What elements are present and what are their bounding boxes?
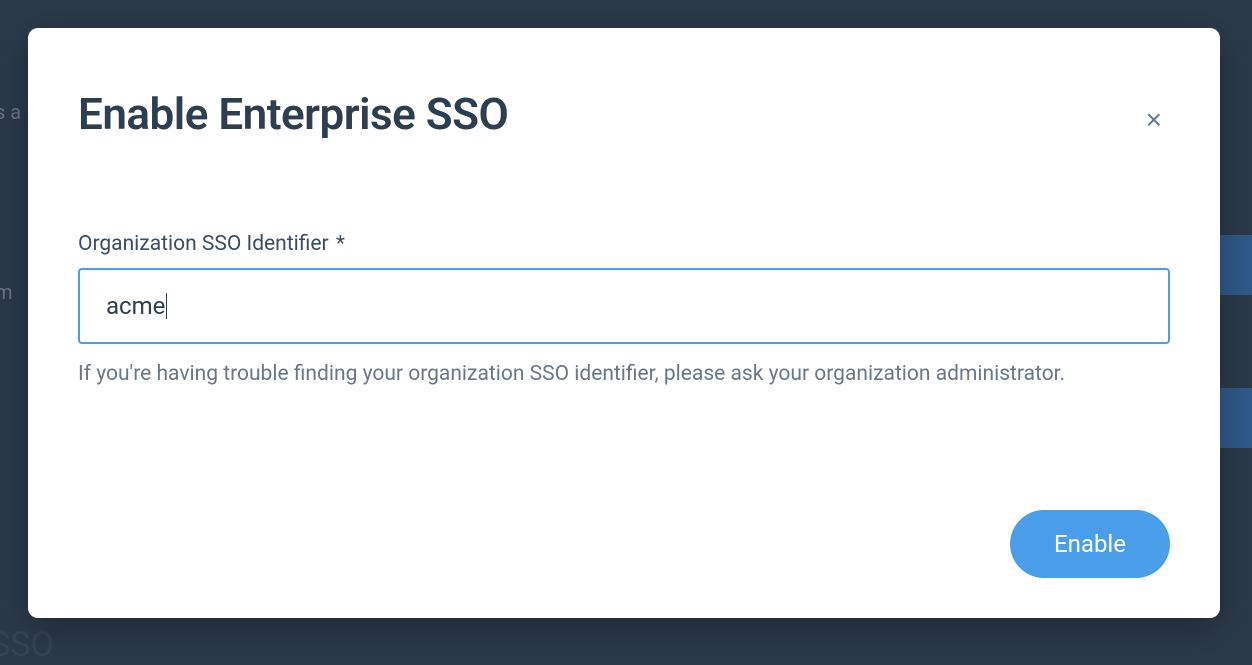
background-text-fragment: m xyxy=(0,280,13,304)
identifier-input[interactable]: acme xyxy=(78,268,1170,344)
identifier-form-group: Organization SSO Identifier * acme If yo… xyxy=(78,232,1170,389)
enable-sso-modal: Enable Enterprise SSO × Organization SSO… xyxy=(28,28,1220,618)
identifier-help-text: If you're having trouble finding your or… xyxy=(78,360,1170,389)
identifier-label-text: Organization SSO Identifier xyxy=(78,232,329,256)
modal-header: Enable Enterprise SSO × xyxy=(78,88,1170,142)
text-caret xyxy=(166,293,167,319)
identifier-label: Organization SSO Identifier * xyxy=(78,232,1170,256)
background-text-fragment: s a xyxy=(0,100,21,124)
background-text-fragment: SSO xyxy=(0,625,54,665)
modal-title: Enable Enterprise SSO xyxy=(78,88,508,140)
required-indicator: * xyxy=(336,232,345,256)
enable-button[interactable]: Enable xyxy=(1010,510,1170,578)
close-icon: × xyxy=(1146,104,1162,135)
close-button[interactable]: × xyxy=(1138,98,1170,142)
modal-footer: Enable xyxy=(78,510,1170,578)
identifier-input-value: acme xyxy=(106,292,165,320)
